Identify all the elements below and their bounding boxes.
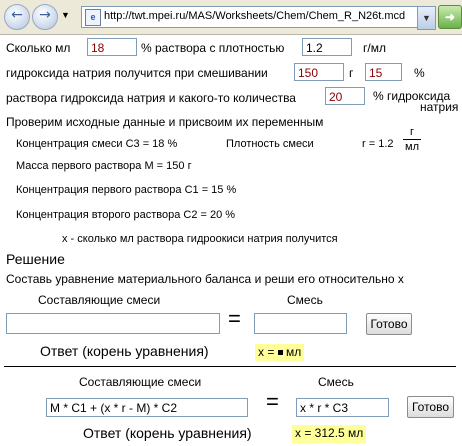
conc1-input[interactable]: 15 <box>365 63 402 81</box>
example-answer-value: x = 312.5 мл <box>292 425 367 443</box>
conc2-input[interactable]: 20 <box>325 87 365 105</box>
equals-sign: = <box>228 306 241 331</box>
unit-fraction: г мл <box>403 126 421 153</box>
unit-numerator: г <box>409 126 414 138</box>
density-label: Плотность смеси <box>226 138 314 150</box>
forward-button[interactable]: → <box>32 4 58 30</box>
problem-text-2a: гидроксида натрия получится при смешиван… <box>6 66 268 80</box>
right-equation-input[interactable] <box>254 313 347 334</box>
answer-prefix: x = <box>258 345 275 359</box>
left-equation-input[interactable] <box>6 313 220 334</box>
problem-text-1c: г/мл <box>363 41 386 55</box>
example-mixture-label: Смесь <box>318 375 354 389</box>
density-input[interactable]: 1.2 <box>302 38 352 56</box>
volume-percent-input[interactable]: 18 <box>87 38 137 56</box>
problem-text-3a: раствора гидроксида натрия и какого-то к… <box>6 91 296 105</box>
x-definition: x - сколько мл раствора гидроокиси натри… <box>62 233 338 245</box>
unit-denominator: мл <box>405 141 419 153</box>
answer-suffix: мл <box>286 345 302 359</box>
answer-box: x = мл <box>255 344 305 361</box>
problem-text-2b: г <box>349 66 354 80</box>
solution-instruction: Составь уравнение материального баланса … <box>6 272 404 286</box>
example-done-button[interactable]: Готово <box>407 396 454 418</box>
c3-value: Концентрация смеси C3 = 18 % <box>16 138 178 150</box>
go-button[interactable]: ➜ <box>438 5 462 29</box>
address-url: http://twt.mpei.ru/MAS/Worksheets/Chem/C… <box>104 10 406 22</box>
browser-toolbar: ← → ▼ e http://twt.mpei.ru/MAS/Worksheet… <box>0 0 462 35</box>
page-icon: e <box>85 9 101 26</box>
example-right-input[interactable]: x * r * C3 <box>296 398 389 417</box>
forward-arrow-icon: → <box>39 7 51 23</box>
components-label: Составляющие смеси <box>38 293 161 307</box>
problem-text-1b: % раствора с плотностью <box>141 41 285 55</box>
address-dropdown-button[interactable]: ▼ <box>417 6 436 30</box>
empty-placeholder-icon <box>277 350 283 356</box>
back-button[interactable]: ← <box>4 4 30 30</box>
check-heading: Проверим исходные данные и присвоим их п… <box>6 115 324 129</box>
fraction-line <box>403 139 421 140</box>
solution-heading: Решение <box>6 251 65 267</box>
example-answer-label: Ответ (корень уравнения) <box>83 425 252 441</box>
mixture-label: Смесь <box>287 293 323 307</box>
example-left-input[interactable]: M * C1 + (x * r - M) * C2 <box>46 398 248 417</box>
example-equals-sign: = <box>266 389 279 414</box>
answer-label: Ответ (корень уравнения) <box>40 343 209 359</box>
problem-text-1a: Сколько мл <box>6 41 71 55</box>
go-arrow-icon: ➜ <box>444 10 456 24</box>
m-value: Масса первого раствора M = 150 г <box>16 160 192 172</box>
example-components-label: Составляющие смеси <box>79 375 202 389</box>
section-divider <box>4 366 456 367</box>
problem-text-3c: натрия <box>420 100 459 114</box>
r-value: r = 1.2 <box>362 138 394 150</box>
problem-text-2c: % <box>414 66 425 80</box>
back-arrow-icon: ← <box>11 7 23 23</box>
address-bar[interactable]: e http://twt.mpei.ru/MAS/Worksheets/Chem… <box>81 6 419 28</box>
mass-input[interactable]: 150 <box>294 63 344 81</box>
c2-value: Концентрация второго раствора C2 = 20 % <box>16 209 236 221</box>
c1-value: Концентрация первого раствора C1 = 15 % <box>16 184 237 196</box>
done-button[interactable]: Готово <box>366 313 412 335</box>
history-dropdown-icon[interactable]: ▼ <box>61 10 70 20</box>
